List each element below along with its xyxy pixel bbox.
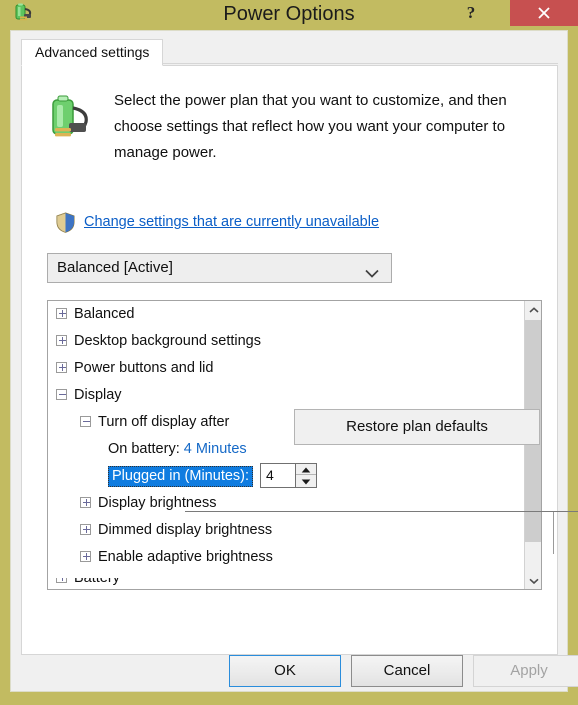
tab-strip: Advanced settings: [21, 39, 558, 66]
tree-node-label: Turn off display after: [98, 414, 230, 430]
expander-plus-icon[interactable]: [80, 496, 91, 508]
power-plan-select-value: Balanced [Active]: [57, 259, 173, 276]
tree-node-label: Display: [74, 387, 122, 403]
tree-node-label: Power buttons and lid: [74, 360, 214, 376]
tree-vertical-scrollbar[interactable]: [524, 301, 541, 589]
tree-node-label: Enable adaptive brightness: [98, 549, 273, 565]
tree-node-enable-adaptive-brightness[interactable]: Enable adaptive brightness: [48, 544, 524, 571]
help-button[interactable]: ?: [454, 0, 488, 28]
power-options-window: Power Options ? Advanced settings Select…: [0, 0, 578, 705]
tree-node-display[interactable]: Display: [48, 382, 524, 409]
background-window-edge: [185, 511, 578, 512]
stepper-down-button[interactable]: [296, 476, 316, 487]
expander-minus-icon[interactable]: [56, 388, 67, 400]
title-bar: Power Options ?: [0, 0, 578, 30]
tree-node-label: Balanced: [74, 306, 135, 322]
scroll-up-button[interactable]: [525, 301, 541, 318]
plugged-in-label: Plugged in (Minutes):: [108, 466, 254, 488]
background-window-edge-vertical: [553, 512, 554, 554]
plugged-in-minutes-stepper[interactable]: 4: [260, 462, 318, 489]
expander-plus-icon[interactable]: [56, 307, 67, 319]
on-battery-label: On battery:: [108, 441, 180, 457]
power-settings-tree[interactable]: Balanced Desktop background settings Pow…: [47, 300, 542, 590]
on-battery-value[interactable]: 4 Minutes: [184, 441, 247, 457]
scroll-down-button[interactable]: [525, 572, 541, 589]
stepper-up-button[interactable]: [296, 464, 317, 475]
expander-minus-icon[interactable]: [80, 415, 91, 427]
tree-node-plugged-in[interactable]: Plugged in (Minutes): 4: [48, 462, 524, 490]
expander-plus-icon[interactable]: [80, 550, 91, 562]
chevron-down-icon: [529, 578, 539, 584]
dialog-body: Advanced settings Select the power plan …: [10, 30, 578, 692]
tree-node-clipped-region: Battery: [48, 578, 524, 589]
tree-node-label: Dimmed display brightness: [98, 522, 273, 538]
power-plan-select[interactable]: Balanced [Active]: [47, 253, 392, 283]
tree-node-balanced[interactable]: Balanced: [48, 301, 524, 328]
tree-node-label: Desktop background settings: [74, 333, 261, 349]
cancel-button[interactable]: Cancel: [351, 655, 463, 687]
expander-plus-icon[interactable]: [56, 361, 67, 373]
power-plug-battery-icon: [49, 92, 93, 142]
tree-node-display-brightness[interactable]: Display brightness: [48, 490, 524, 517]
close-icon: [538, 7, 550, 19]
tree-node-dimmed-display-brightness[interactable]: Dimmed display brightness: [48, 517, 524, 544]
tree-node-list: Balanced Desktop background settings Pow…: [48, 301, 524, 589]
ok-button[interactable]: OK: [229, 655, 341, 687]
chevron-up-icon: [529, 307, 539, 313]
chevron-down-icon: [365, 265, 379, 283]
intro-text: Select the power plan that you want to c…: [114, 92, 507, 161]
tree-node-power-buttons-and-lid[interactable]: Power buttons and lid: [48, 355, 524, 382]
tab-page-advanced-settings: Select the power plan that you want to c…: [21, 65, 558, 655]
plugged-in-minutes-input[interactable]: 4: [260, 462, 297, 488]
close-button[interactable]: [510, 0, 578, 26]
triangle-up-icon: [301, 467, 311, 473]
triangle-down-icon: [301, 479, 311, 485]
uac-shield-icon: [56, 212, 75, 233]
apply-button: Apply: [473, 655, 578, 687]
restore-plan-defaults-button[interactable]: Restore plan defaults: [294, 409, 540, 445]
expander-plus-icon[interactable]: [56, 578, 67, 583]
expander-plus-icon[interactable]: [56, 334, 67, 346]
expander-plus-icon[interactable]: [80, 523, 91, 535]
tree-node-battery[interactable]: Battery: [48, 578, 524, 589]
tree-node-label: Display brightness: [98, 495, 217, 511]
window-title: Power Options: [223, 3, 355, 25]
tree-node-label: Battery: [74, 578, 120, 586]
tab-advanced-settings[interactable]: Advanced settings: [21, 39, 164, 66]
change-settings-link[interactable]: Change settings that are currently unava…: [84, 214, 379, 230]
tree-node-desktop-background-settings[interactable]: Desktop background settings: [48, 328, 524, 355]
stepper-buttons[interactable]: [295, 462, 318, 488]
